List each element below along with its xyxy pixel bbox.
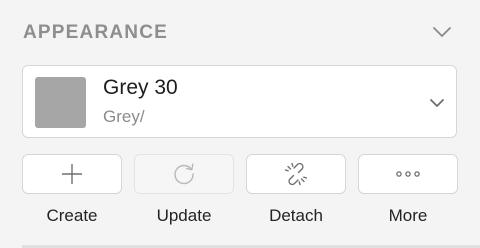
create-button[interactable] [22,154,122,194]
more-label: More [388,206,428,225]
color-swatch [35,77,86,128]
action-create: Create [22,154,124,236]
style-path: Grey/ [103,107,145,126]
plus-icon [62,164,82,184]
style-selector-dropdown[interactable]: Grey 30 Grey/ [22,65,457,138]
update-label: Update [156,206,212,225]
detach-label: Detach [269,206,323,225]
action-detach: Detach [246,154,348,236]
refresh-icon [174,163,194,185]
ellipsis-icon [396,171,420,177]
update-button[interactable] [134,154,234,194]
action-more: More [358,154,460,236]
appearance-panel: APPEARANCE Grey 30 Grey/ Create Update D… [0,0,480,248]
detach-button[interactable] [246,154,346,194]
section-title: APPEARANCE [23,22,169,43]
chevron-down-icon [427,94,447,112]
create-label: Create [46,206,98,225]
more-button[interactable] [358,154,458,194]
chevron-down-icon [433,27,451,37]
style-name: Grey 30 [103,76,178,99]
collapse-section-button[interactable] [430,22,454,42]
action-update: Update [134,154,236,236]
unlink-icon [284,162,308,186]
